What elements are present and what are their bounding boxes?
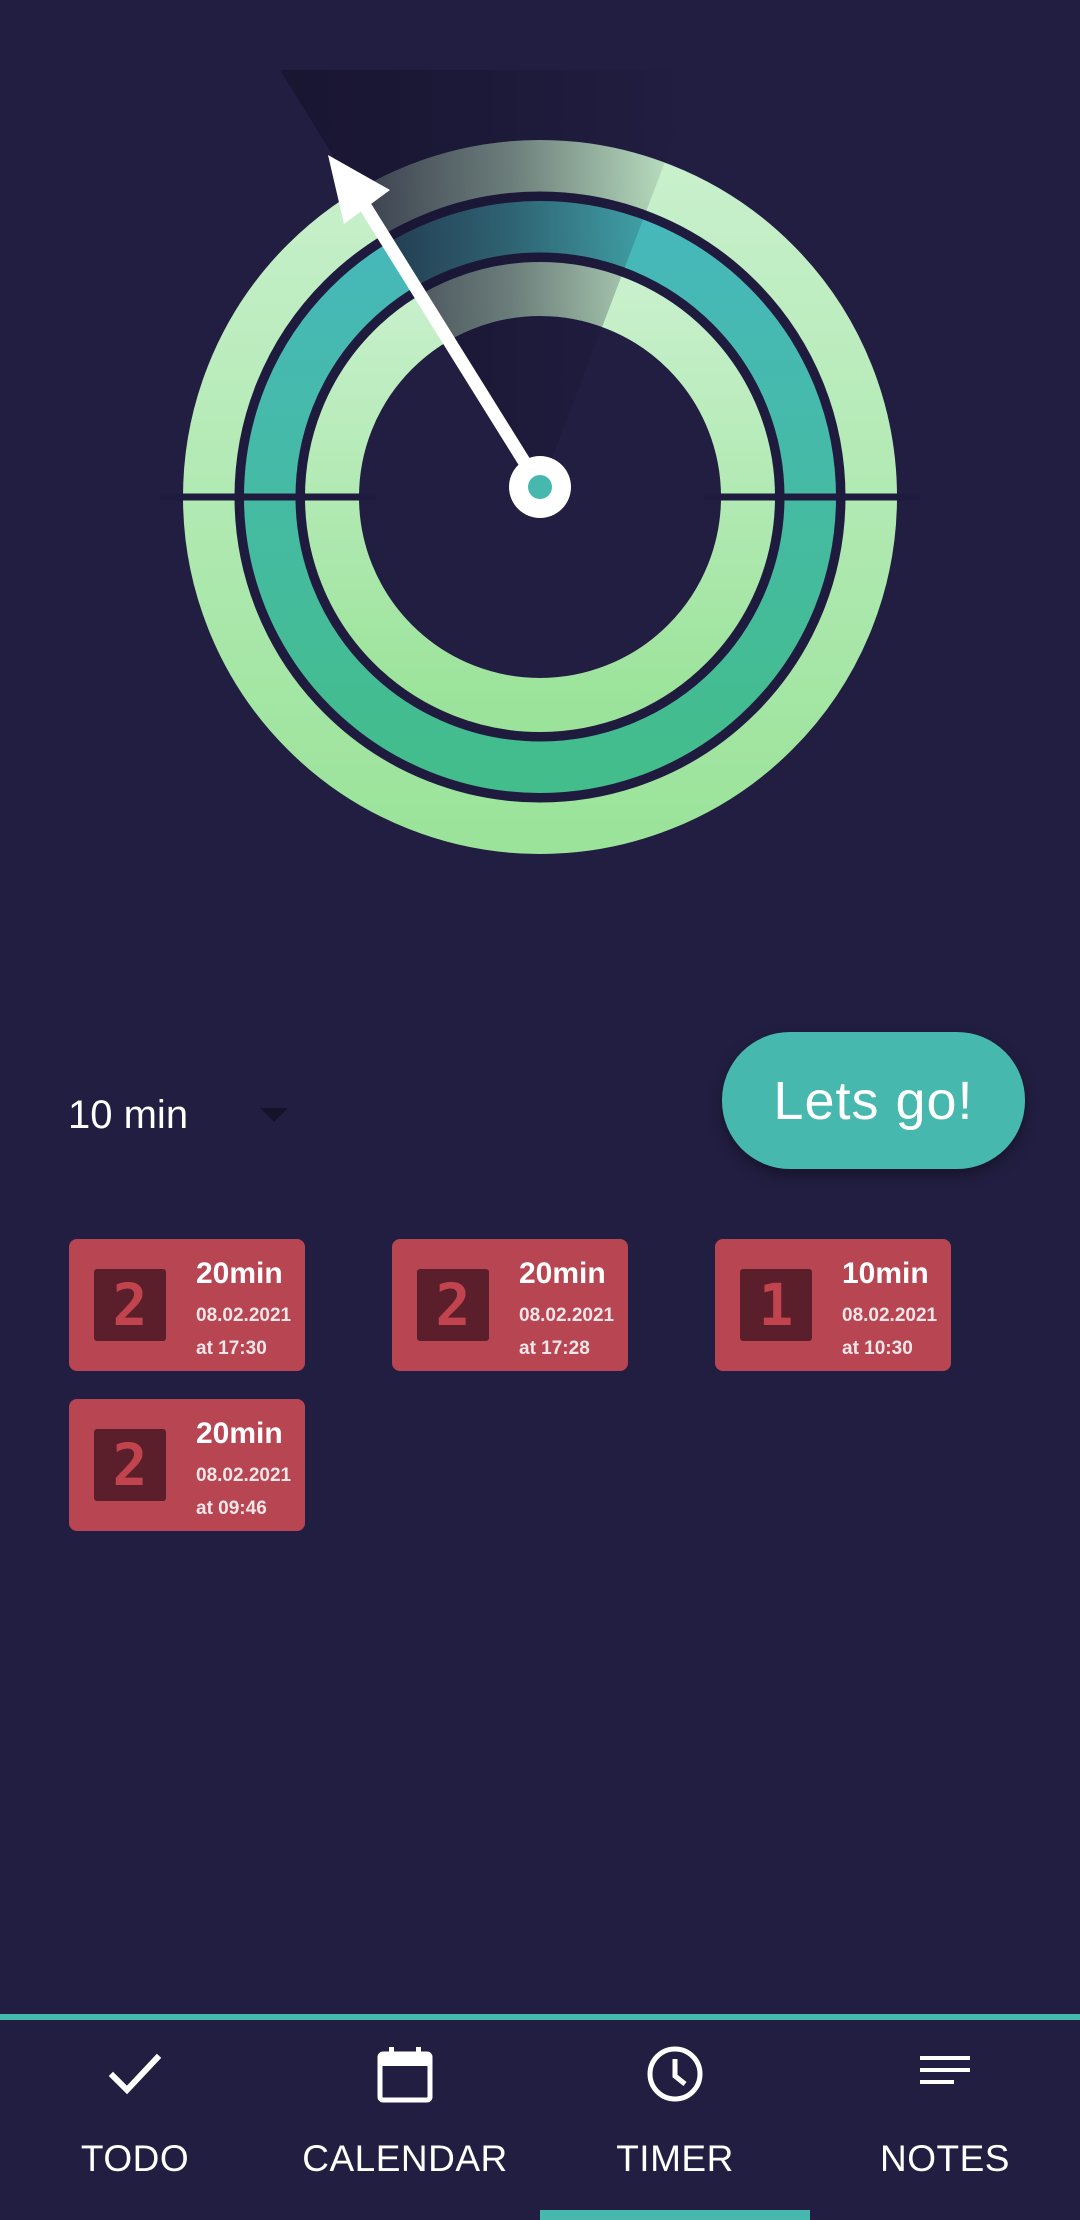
start-timer-button[interactable]: Lets go! xyxy=(722,1032,1025,1169)
timer-dial[interactable] xyxy=(0,0,1080,940)
session-date: 08.02.2021 xyxy=(196,1465,292,1486)
session-card[interactable]: 2 20min 08.02.2021 at 17:28 xyxy=(392,1239,628,1371)
session-count-badge: 2 xyxy=(417,1269,489,1341)
clock-icon xyxy=(647,2046,703,2102)
session-duration: 20min xyxy=(519,1257,606,1290)
session-duration: 10min xyxy=(842,1257,929,1290)
nav-tab-timer[interactable]: TIMER xyxy=(540,2020,810,2220)
nav-label-timer: TIMER xyxy=(616,2138,734,2179)
duration-value: 10 min xyxy=(68,1092,189,1137)
session-card[interactable]: 1 10min 08.02.2021 at 10:30 xyxy=(715,1239,951,1371)
nav-tab-todo[interactable]: TODO xyxy=(0,2020,270,2220)
check-icon xyxy=(108,2053,162,2095)
bottom-navigation: TODO CALENDAR TIMER NOTES xyxy=(0,2014,1080,2220)
session-card[interactable]: 2 20min 08.02.2021 at 09:46 xyxy=(69,1399,305,1531)
session-count-badge: 2 xyxy=(94,1269,166,1341)
nav-label-calendar: CALENDAR xyxy=(302,2138,508,2179)
session-time: at 09:46 xyxy=(196,1498,267,1519)
session-duration: 20min xyxy=(196,1257,283,1290)
dial-pivot-icon xyxy=(509,456,571,518)
session-date: 08.02.2021 xyxy=(842,1305,938,1326)
nav-label-notes: NOTES xyxy=(880,2138,1010,2179)
session-count-badge: 2 xyxy=(94,1429,166,1501)
session-card[interactable]: 2 20min 08.02.2021 at 17:30 xyxy=(69,1239,305,1371)
calendar-icon xyxy=(377,2047,433,2103)
active-tab-indicator xyxy=(540,2210,810,2220)
chevron-down-icon xyxy=(260,1108,288,1122)
duration-dropdown[interactable]: 10 min xyxy=(68,1085,298,1145)
session-duration: 20min xyxy=(196,1417,283,1450)
session-count-badge: 1 xyxy=(740,1269,812,1341)
session-date: 08.02.2021 xyxy=(196,1305,292,1326)
session-time: at 17:28 xyxy=(519,1338,590,1359)
notes-icon xyxy=(920,2056,970,2084)
start-timer-label: Lets go! xyxy=(773,1070,974,1131)
nav-tab-calendar[interactable]: CALENDAR xyxy=(270,2020,540,2220)
session-time: at 10:30 xyxy=(842,1338,913,1359)
nav-tab-notes[interactable]: NOTES xyxy=(810,2020,1080,2220)
nav-label-todo: TODO xyxy=(80,2138,190,2179)
session-date: 08.02.2021 xyxy=(519,1305,615,1326)
session-time: at 17:30 xyxy=(196,1338,267,1359)
